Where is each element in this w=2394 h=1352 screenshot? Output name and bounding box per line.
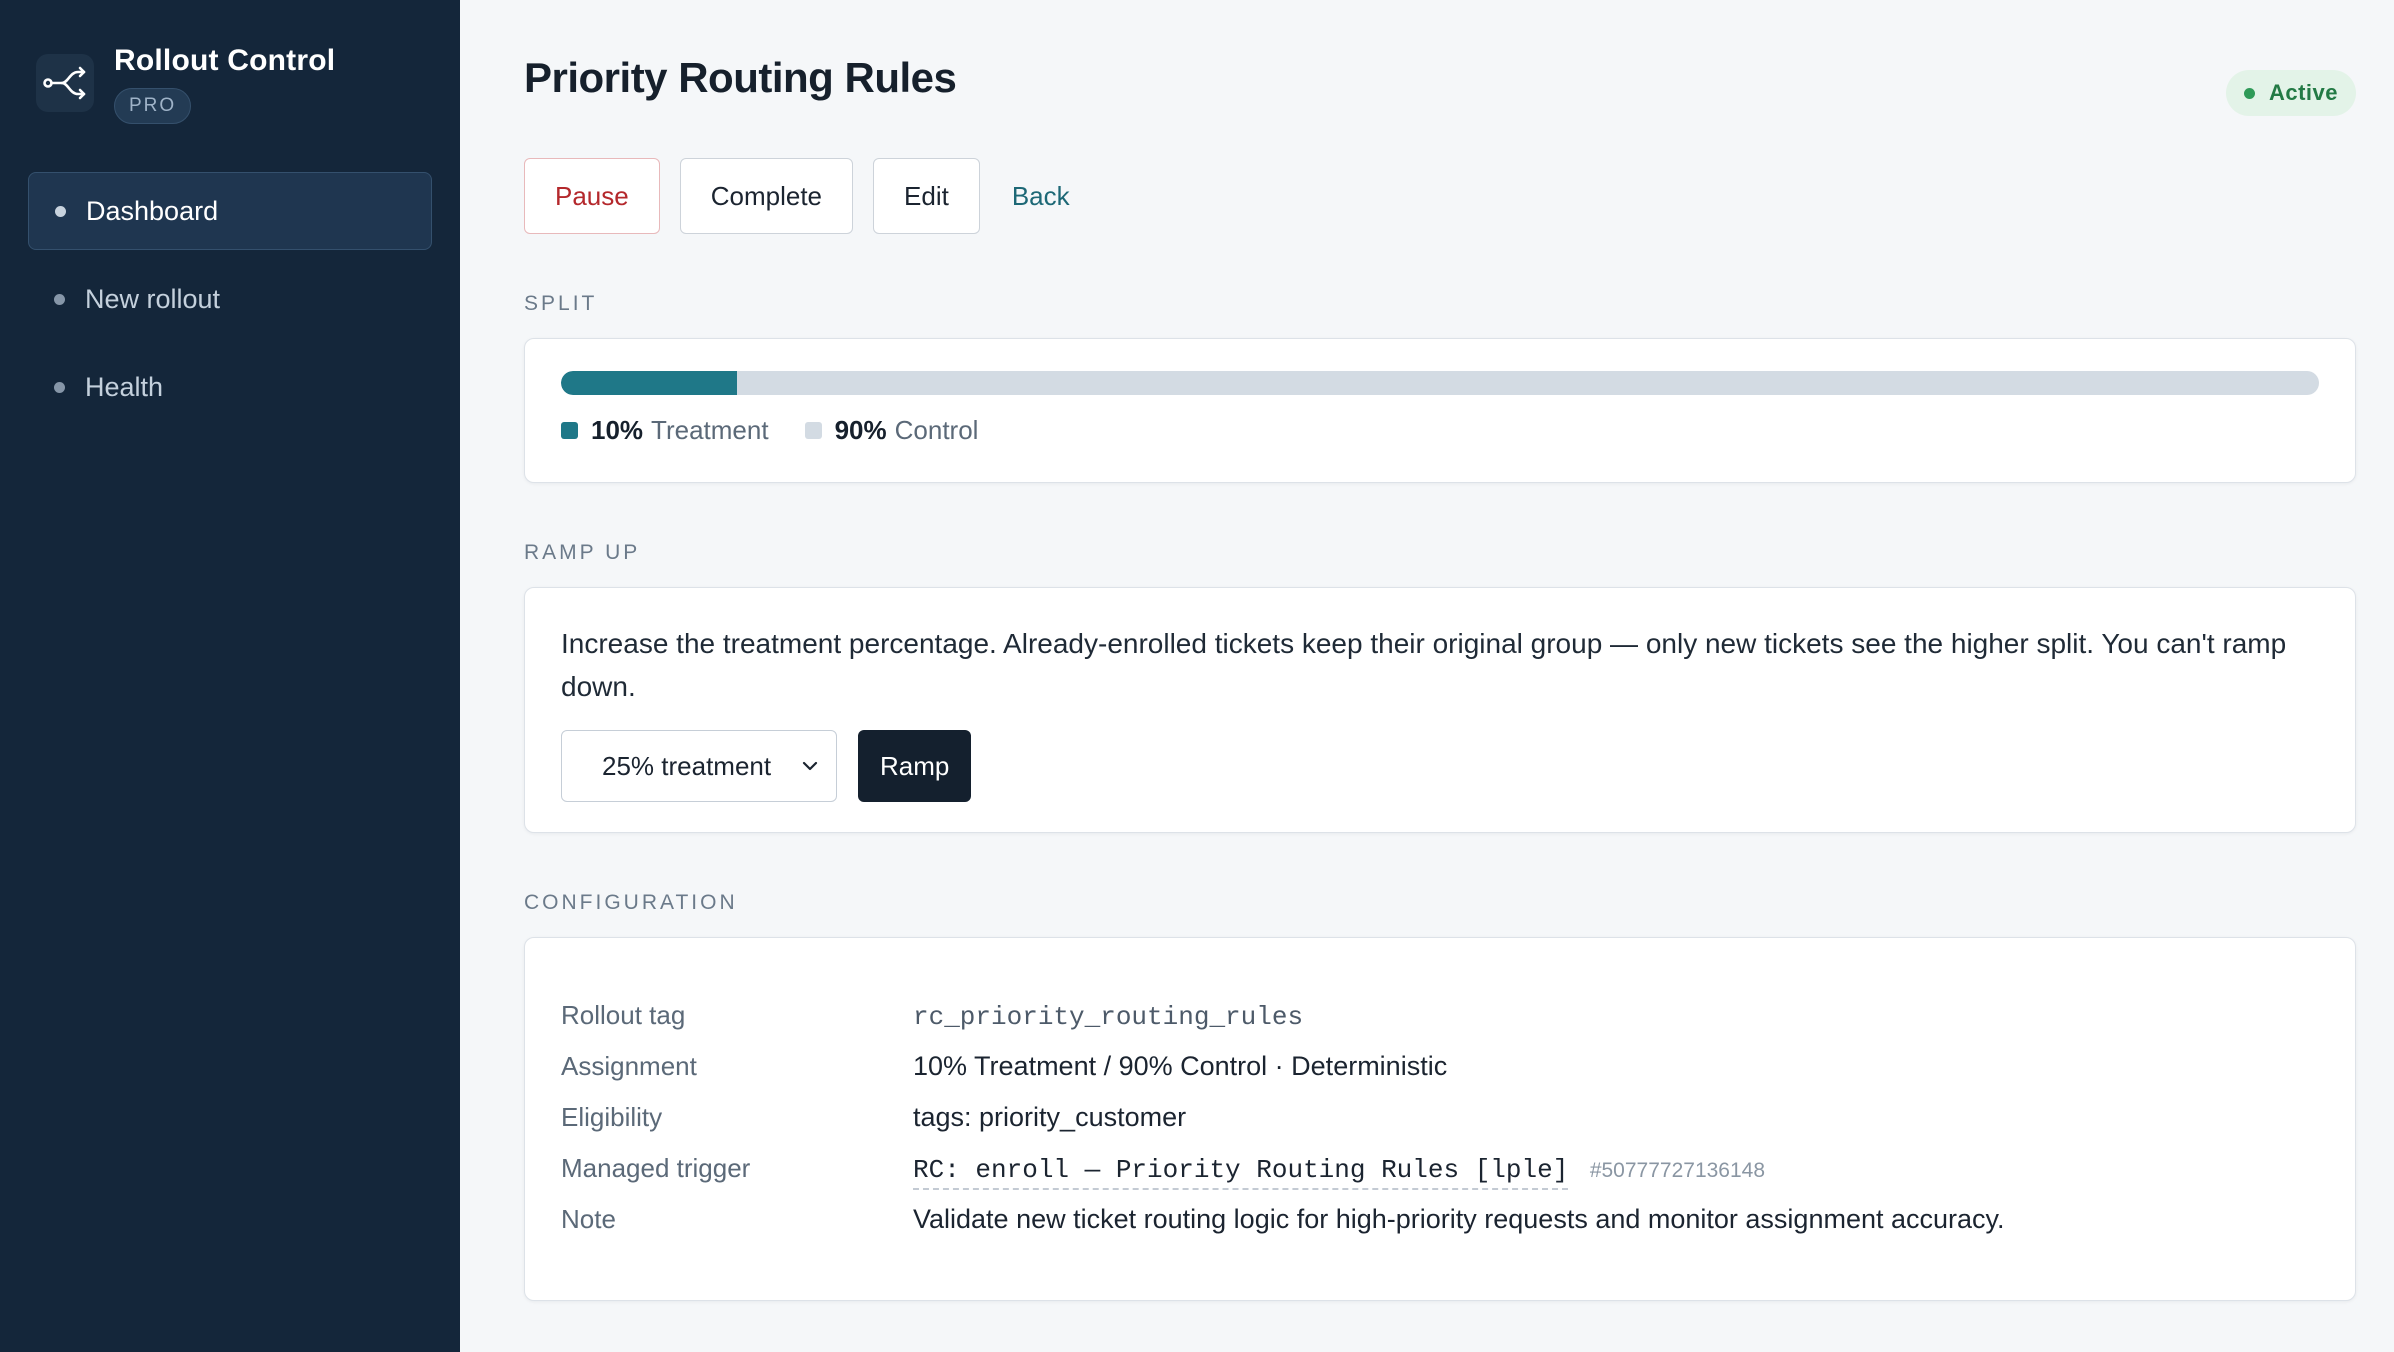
bullet-icon bbox=[54, 381, 65, 393]
config-row-eligibility: Eligibility tags: priority_customer bbox=[561, 1102, 2319, 1153]
sidebar-item-label: Health bbox=[85, 371, 164, 402]
sidebar-nav: Dashboard New rollout Health bbox=[28, 172, 432, 426]
config-label: Assignment bbox=[561, 1051, 697, 1081]
treatment-swatch bbox=[561, 422, 578, 439]
control-name: Control bbox=[894, 415, 979, 445]
split-bar bbox=[561, 371, 2319, 395]
status-badge: Active bbox=[2225, 70, 2356, 116]
sidebar-item-label: Dashboard bbox=[86, 195, 219, 226]
assignment-value: 10% Treatment / 90% Control · Determinis… bbox=[913, 1051, 1448, 1081]
split-bar-treatment-fill bbox=[561, 371, 737, 395]
split-legend: 10% Treatment 90% Control bbox=[561, 415, 2319, 446]
app-title: Rollout Control bbox=[114, 44, 336, 77]
configuration-card: Rollout tag rc_priority_routing_rules As… bbox=[524, 937, 2356, 1301]
main-content: Priority Routing Rules Active Pause Comp… bbox=[460, 0, 2394, 1352]
sidebar-item-label: New rollout bbox=[85, 283, 221, 314]
ramp-description: Increase the treatment percentage. Alrea… bbox=[561, 628, 2287, 702]
sidebar-item-new-rollout[interactable]: New rollout bbox=[28, 260, 432, 338]
config-label: Eligibility bbox=[561, 1102, 663, 1132]
split-section-label: SPLIT bbox=[524, 292, 598, 315]
legend-treatment: 10% Treatment bbox=[561, 415, 769, 446]
bullet-icon bbox=[55, 205, 66, 217]
ramp-controls: 25% treatment Ramp bbox=[561, 730, 2319, 802]
config-row-tag: Rollout tag rc_priority_routing_rules bbox=[561, 1000, 2319, 1051]
plan-badge: PRO bbox=[114, 88, 192, 124]
config-label: Note bbox=[561, 1204, 616, 1234]
sidebar: Rollout Control PRO Dashboard New rollou… bbox=[0, 0, 460, 1352]
chevron-down-icon bbox=[802, 761, 818, 771]
bullet-icon bbox=[54, 293, 65, 305]
action-bar: Pause Complete Edit Back bbox=[524, 158, 2356, 234]
complete-button[interactable]: Complete bbox=[679, 158, 854, 234]
edit-button[interactable]: Edit bbox=[873, 158, 980, 234]
control-swatch bbox=[804, 422, 822, 439]
legend-control: 90% Control bbox=[804, 415, 979, 446]
treatment-name: Treatment bbox=[651, 415, 769, 445]
ramp-percentage-select[interactable]: 25% treatment bbox=[561, 730, 837, 802]
status-label: Active bbox=[2268, 80, 2338, 105]
page-title: Priority Routing Rules bbox=[524, 54, 957, 101]
page-header: Priority Routing Rules Active bbox=[524, 0, 2356, 158]
sidebar-item-dashboard[interactable]: Dashboard bbox=[28, 172, 432, 250]
split-card: 10% Treatment 90% Control bbox=[524, 338, 2356, 483]
sidebar-item-health[interactable]: Health bbox=[28, 348, 432, 426]
config-label: Managed trigger bbox=[561, 1153, 751, 1183]
ramp-section-label: RAMP UP bbox=[524, 541, 641, 564]
branch-split-icon bbox=[36, 54, 94, 112]
rollout-tag-value: rc_priority_routing_rules bbox=[913, 1002, 1304, 1032]
control-pct: 90% bbox=[834, 415, 887, 445]
trigger-id: #50777727136148 bbox=[1589, 1159, 1766, 1182]
config-row-assignment: Assignment 10% Treatment / 90% Control ·… bbox=[561, 1051, 2319, 1102]
config-row-note: Note Validate new ticket routing logic f… bbox=[561, 1204, 2319, 1255]
ramp-card: Increase the treatment percentage. Alrea… bbox=[524, 587, 2356, 833]
config-row-trigger: Managed trigger RC: enroll — Priority Ro… bbox=[561, 1153, 2319, 1204]
brand: Rollout Control PRO bbox=[28, 0, 432, 172]
eligibility-value: tags: priority_customer bbox=[913, 1102, 1187, 1132]
note-value: Validate new ticket routing logic for hi… bbox=[913, 1204, 2005, 1234]
configuration-section-label: CONFIGURATION bbox=[524, 891, 738, 914]
ramp-button[interactable]: Ramp bbox=[858, 730, 972, 802]
back-link[interactable]: Back bbox=[1000, 158, 1082, 234]
pause-button[interactable]: Pause bbox=[524, 158, 660, 234]
status-dot-icon bbox=[2243, 87, 2255, 99]
config-label: Rollout tag bbox=[561, 1000, 686, 1030]
ramp-select-value: 25% treatment bbox=[602, 750, 772, 781]
managed-trigger-link[interactable]: RC: enroll — Priority Routing Rules [lpl… bbox=[913, 1155, 1569, 1190]
treatment-pct: 10% bbox=[591, 415, 644, 445]
